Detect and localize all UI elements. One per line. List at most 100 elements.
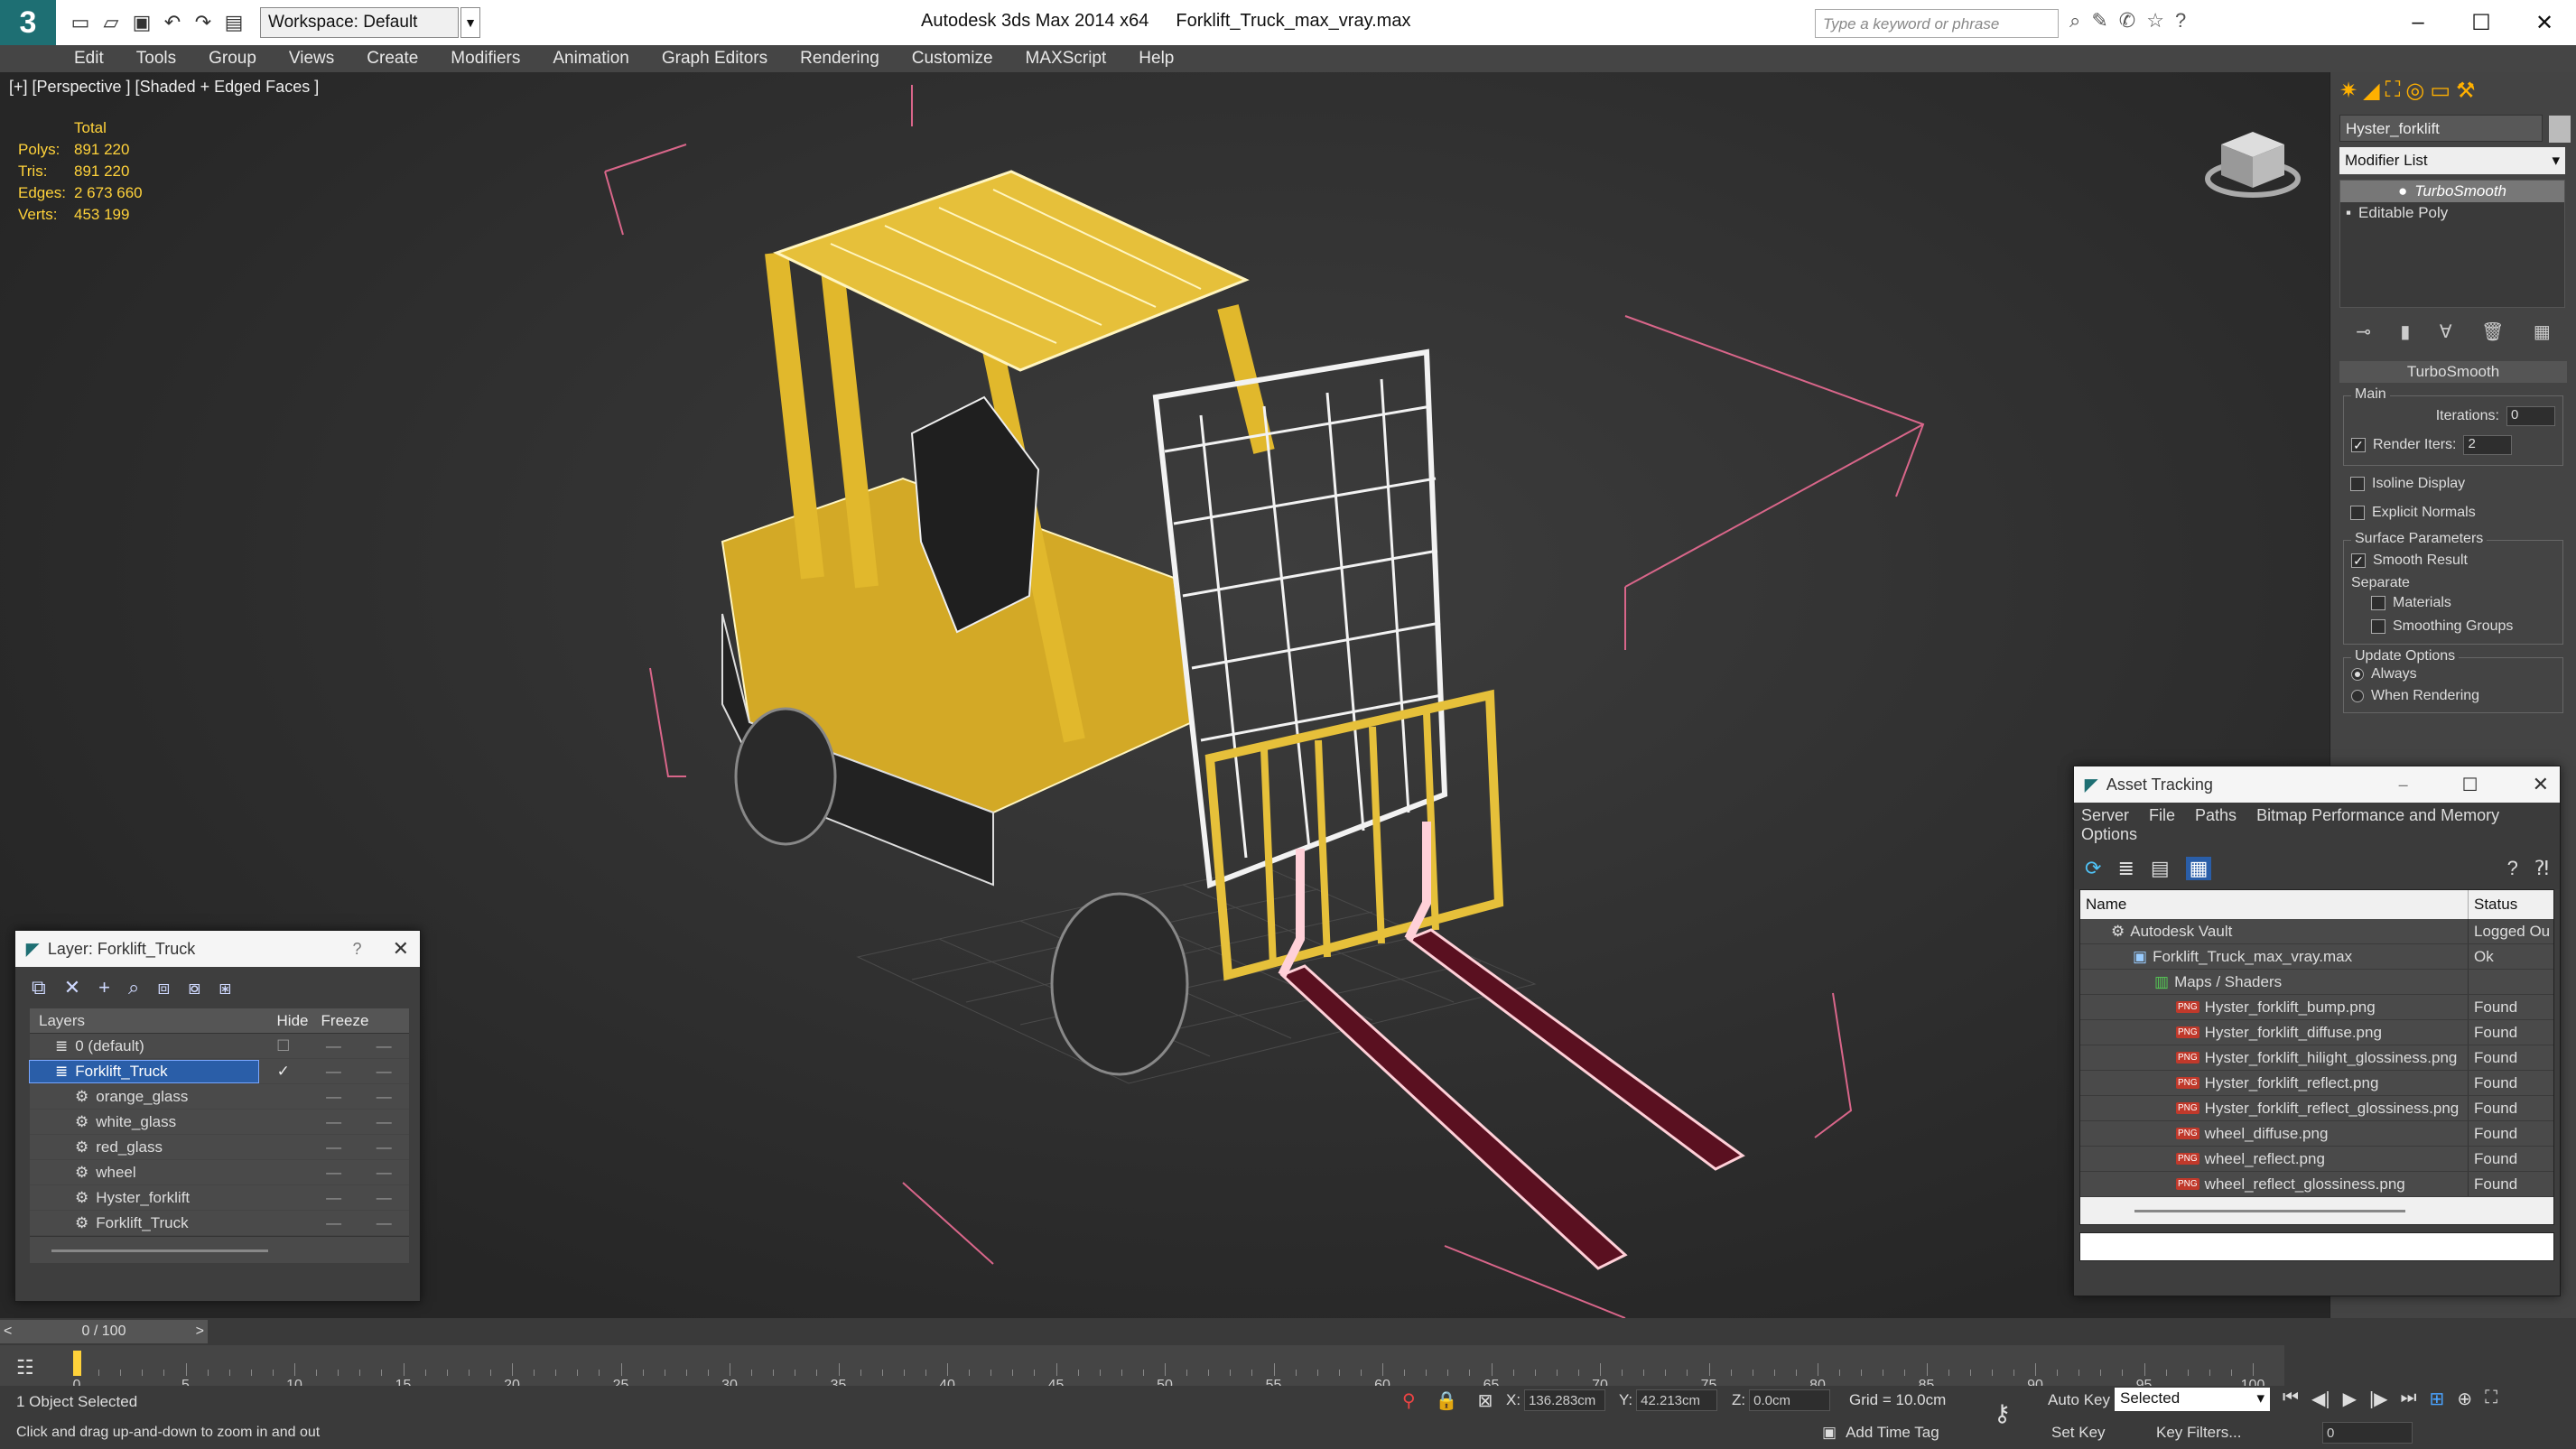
hide-toggle[interactable]: — [309,1214,359,1232]
asset-path-field[interactable] [2079,1232,2554,1261]
key-selection-dropdown[interactable]: Selected ▾ [2115,1388,2270,1411]
pin-stack-icon[interactable]: ⊸ [2356,320,2371,343]
smoothing-groups-checkbox[interactable] [2371,619,2385,634]
freeze-toggle[interactable]: — [358,1214,409,1232]
table-row[interactable]: ⚙ wheel — — [30,1160,409,1185]
materials-checkbox[interactable] [2371,596,2385,610]
freeze-toggle[interactable]: — [358,1164,409,1182]
redo-icon[interactable]: ↷ [190,11,217,34]
new-file-icon[interactable]: ▭ [67,11,94,34]
explicit-normals-checkbox[interactable] [2350,506,2365,520]
absolute-mode-icon[interactable]: ⊠ [1478,1389,1493,1412]
current-layer-checkbox-icon[interactable]: ☐ [258,1037,309,1055]
hierarchy-tab-icon[interactable]: ⛶ [2385,78,2401,104]
hide-toggle[interactable]: — [309,1037,359,1055]
tree-view-icon[interactable]: ▤ [2151,857,2170,880]
table-row[interactable]: PNG Hyster_forklift_bump.png Found [2080,995,2553,1020]
menu-help[interactable]: Help [1139,49,1174,69]
table-row[interactable]: ⚙ Forklift_Truck — — [30,1211,409,1236]
add-to-layer-icon[interactable]: + [98,976,110,999]
stack-item-turbosmooth[interactable]: ● TurboSmooth [2340,181,2564,202]
col-status[interactable]: Status [2469,896,2517,914]
help-icon[interactable]: ? [2175,9,2186,33]
asset-menu-options[interactable]: Options [2081,825,2137,844]
freeze-toggle[interactable]: — [358,1189,409,1207]
remove-modifier-icon[interactable]: 🗑 [2481,320,2504,343]
smooth-result-checkbox[interactable]: ✓ [2351,553,2366,568]
hide-toggle[interactable]: — [309,1063,359,1081]
help-icon[interactable]: ? [2507,857,2518,880]
asset-menu-paths[interactable]: Paths [2195,806,2237,825]
add-time-tag-label[interactable]: Add Time Tag [1846,1424,1939,1442]
coord-y-field[interactable]: 42.213cm [1636,1389,1718,1411]
asset-window-titlebar[interactable]: ◤ Asset Tracking – ☐ ✕ [2074,766,2560,803]
stack-item-editable-poly[interactable]: ▪ Editable Poly [2340,202,2564,224]
open-file-icon[interactable]: ▱ [98,11,125,34]
asset-menu-server[interactable]: Server [2081,806,2129,825]
set-key-button[interactable]: Set Key [2044,1420,2113,1445]
menu-create[interactable]: Create [367,49,418,69]
show-end-result-icon[interactable]: ▮ [2400,320,2410,343]
close-icon[interactable]: ✕ [2513,0,2576,45]
lightbulb-icon[interactable]: ● [2398,182,2407,200]
col-layers[interactable]: Layers [30,1010,266,1032]
list-view-icon[interactable]: ≣ [2117,857,2134,880]
curve-editor-icon[interactable]: ☷ [16,1356,34,1379]
table-row[interactable]: ⚙ red_glass — — [30,1135,409,1160]
asset-menu-bitmap[interactable]: Bitmap Performance and Memory [2256,806,2499,825]
freeze-toggle[interactable]: — [358,1063,409,1081]
when-rendering-radio[interactable] [2351,690,2364,702]
table-row[interactable]: ▣ Forklift_Truck_max_vray.max Ok [2080,944,2553,970]
binoculars-icon[interactable]: ⌕ [2069,9,2080,33]
hide-toggle[interactable]: — [309,1088,359,1106]
table-row[interactable]: PNG wheel_reflect.png Found [2080,1147,2553,1172]
render-iters-spinner[interactable]: 2 [2463,435,2513,455]
set-key-mode-icon[interactable]: ⚷ [1986,1399,2018,1426]
table-row[interactable]: ≣ Forklift_Truck ✓ — — [29,1059,409,1084]
menu-group[interactable]: Group [209,49,256,69]
layer-window-titlebar[interactable]: ◤ Layer: Forklift_Truck ? ✕ [15,931,420,967]
minimize-icon[interactable]: – [2399,776,2408,794]
configure-sets-icon[interactable]: ▦ [2534,320,2551,343]
turbosmooth-rollout-header[interactable]: TurboSmooth [2339,361,2567,383]
col-freeze[interactable]: Freeze [319,1012,371,1030]
iterations-spinner[interactable]: 0 [2506,406,2555,426]
menu-maxscript[interactable]: MAXScript [1026,49,1107,69]
hide-toggle[interactable]: — [309,1138,359,1156]
coord-z-field[interactable]: 0.0cm [1749,1389,1831,1411]
freeze-toggle[interactable]: — [358,1088,409,1106]
table-row[interactable]: PNG wheel_reflect_glossiness.png Found [2080,1172,2553,1197]
prev-frame-icon[interactable]: ◀| [2311,1388,2330,1410]
table-row[interactable]: ⚙ Autodesk Vault Logged Ou [2080,919,2553,944]
menu-modifiers[interactable]: Modifiers [451,49,520,69]
freeze-toggle[interactable]: — [358,1037,409,1055]
key-filters-button[interactable]: Key Filters... [2149,1420,2248,1445]
close-icon[interactable]: ✕ [2533,773,2549,796]
menu-views[interactable]: Views [289,49,334,69]
menu-customize[interactable]: Customize [912,49,993,69]
go-to-end-icon[interactable]: ⏭ [2401,1388,2417,1410]
scrollbar-thumb[interactable] [51,1249,268,1252]
viewcube-icon[interactable] [2203,116,2302,206]
current-frame-field[interactable]: 0 [2322,1422,2413,1444]
table-row[interactable]: ⚙ Hyster_forklift — — [30,1185,409,1211]
utilities-tab-icon[interactable]: ⚒ [2456,78,2476,104]
render-iters-checkbox[interactable]: ✓ [2351,438,2366,452]
isolate-icon[interactable]: ⚲ [1402,1389,1416,1412]
freeze-toggle[interactable]: — [358,1113,409,1131]
col-name[interactable]: Name [2080,890,2469,919]
table-row[interactable]: PNG wheel_diffuse.png Found [2080,1121,2553,1147]
go-to-start-icon[interactable]: ⏮ [2283,1388,2299,1410]
create-tab-icon[interactable]: ✷ [2339,78,2357,104]
freeze-toggle[interactable]: — [358,1138,409,1156]
new-layer-icon[interactable]: ⧉ [32,976,46,999]
time-slider-prev-icon[interactable]: < [4,1324,12,1340]
chevron-down-icon[interactable]: ▼ [460,7,480,38]
highlight-layer-icon[interactable]: ⧈ [157,976,170,999]
table-row[interactable]: PNG Hyster_forklift_hilight_glossiness.pn… [2080,1045,2553,1071]
search-input[interactable]: Type a keyword or phrase [1815,9,2059,38]
orbit-icon[interactable]: ⊕ [2457,1388,2472,1410]
modifier-list-dropdown[interactable]: Modifier List ▾ [2339,147,2565,174]
time-tag-icon[interactable]: ▣ [1822,1424,1837,1442]
table-row[interactable]: ▥ Maps / Shaders [2080,970,2553,995]
